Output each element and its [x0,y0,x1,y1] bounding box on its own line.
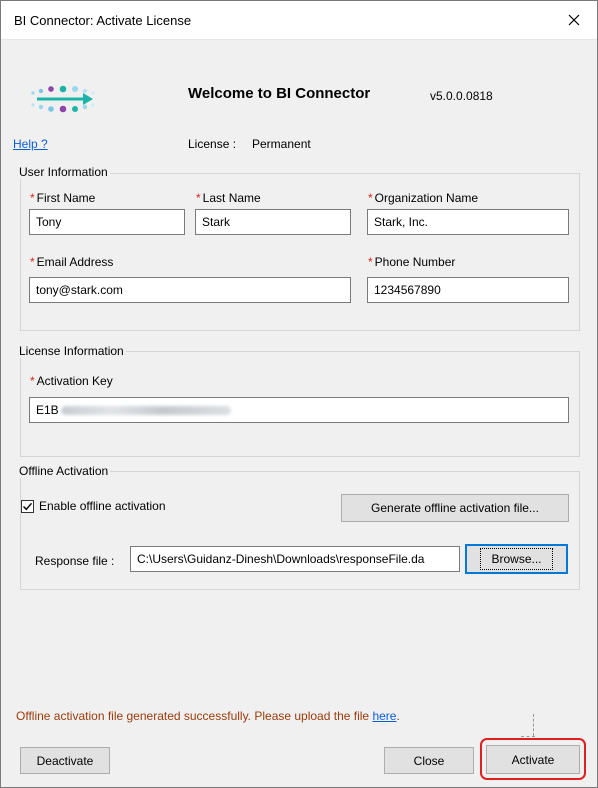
activation-key-value: E1B [36,403,59,417]
enable-offline-checkbox-row[interactable]: Enable offline activation [21,499,166,513]
activation-key-label: * Activation Key [30,374,113,388]
first-name-field[interactable]: Tony [29,209,185,235]
last-name-label: * Last Name [196,191,261,205]
upload-here-link[interactable]: here [372,709,396,723]
first-name-label: * First Name [30,191,96,205]
deactivate-button[interactable]: Deactivate [20,747,110,774]
activation-key-field[interactable]: E1B [29,397,569,423]
status-message: Offline activation file generated succes… [16,709,400,723]
title-bar: BI Connector: Activate License [1,1,597,40]
email-field[interactable]: tony@stark.com [29,277,351,303]
license-information-title: License Information [17,344,126,358]
bi-connector-logo-icon [31,85,95,113]
organization-name-field[interactable]: Stark, Inc. [367,209,569,235]
activate-highlight-box [480,738,586,780]
response-file-field[interactable]: C:\Users\Guidanz-Dinesh\Downloads\respon… [130,546,460,572]
browse-button-label: Browse... [480,548,553,570]
enable-offline-checkbox[interactable] [21,499,34,513]
checkmark-icon [23,502,33,510]
guide-line-vertical [533,714,534,736]
redacted-key-blur [60,406,231,416]
phone-number-label: * Phone Number [368,255,456,269]
guide-line-horizontal [521,736,535,737]
offline-activation-title: Offline Activation [17,464,111,478]
last-name-field[interactable]: Stark [195,209,351,235]
email-address-label: * Email Address [30,255,114,269]
status-message-text: Offline activation file generated succes… [16,709,370,723]
status-message-suffix: . [396,709,400,723]
generate-offline-file-button[interactable]: Generate offline activation file... [341,494,569,522]
user-information-group [20,173,580,331]
close-button[interactable]: Close [384,747,474,774]
activate-license-dialog: BI Connector: Activate License Welcome t… [0,0,598,788]
license-label: License : [188,137,237,151]
organization-name-label: * Organization Name [368,191,479,205]
user-information-title: User Information [17,165,110,179]
close-icon[interactable] [551,1,597,39]
response-file-label: Response file : [35,554,115,568]
license-value: Permanent [252,137,311,151]
browse-button[interactable]: Browse... [465,544,568,574]
window-title: BI Connector: Activate License [14,13,192,28]
welcome-heading: Welcome to BI Connector [188,85,371,102]
version-label: v5.0.0.0818 [430,89,493,103]
help-link[interactable]: Help ? [13,137,48,151]
phone-number-field[interactable]: 1234567890 [367,277,569,303]
enable-offline-label: Enable offline activation [39,499,166,513]
